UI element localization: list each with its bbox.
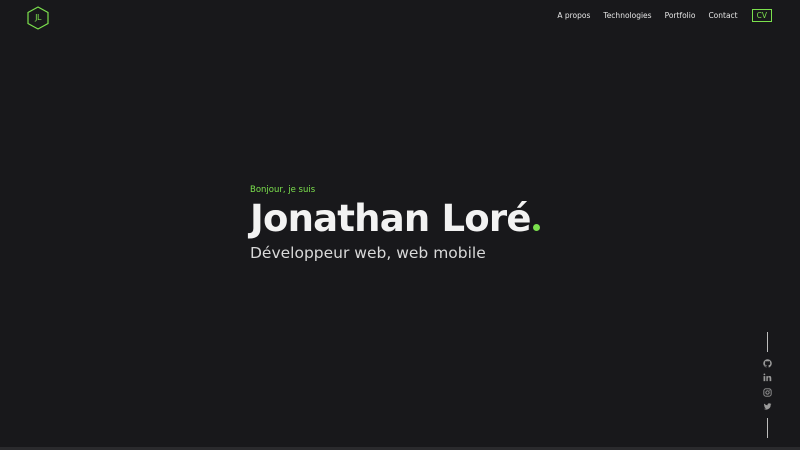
hero-name-row: Jonathan Loré (250, 199, 540, 239)
hero-section: Bonjour, je suis Jonathan Loré Développe… (250, 184, 540, 263)
rail-line-top (767, 332, 768, 352)
cv-button[interactable]: CV (751, 9, 772, 22)
hero-greeting: Bonjour, je suis (250, 185, 316, 195)
logo-text: JL (35, 13, 41, 22)
github-icon[interactable] (763, 359, 772, 368)
hero-subtitle: Développeur web, web mobile (250, 244, 486, 262)
linkedin-icon[interactable] (763, 373, 772, 382)
twitter-icon[interactable] (763, 402, 772, 411)
nav-link-about[interactable]: A propos (557, 11, 590, 20)
nav-link-contact[interactable]: Contact (708, 11, 737, 20)
main-nav: A propos Technologies Portfolio Contact … (557, 9, 772, 22)
accent-dot (532, 224, 540, 231)
nav-link-portfolio[interactable]: Portfolio (665, 11, 696, 20)
page-frame: JL A propos Technologies Portfolio Conta… (0, 0, 800, 450)
hero-name: Jonathan Loré (250, 197, 531, 240)
nav-link-technologies[interactable]: Technologies (603, 11, 651, 20)
instagram-icon[interactable] (763, 388, 772, 397)
rail-line-bottom (767, 418, 768, 438)
logo[interactable]: JL (27, 6, 49, 30)
